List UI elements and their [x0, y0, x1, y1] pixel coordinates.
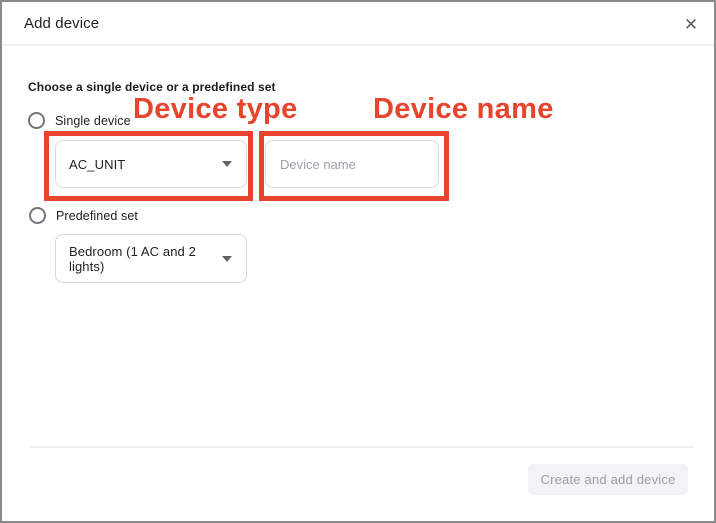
single-device-radio-label: Single device: [55, 114, 131, 128]
predefined-set-select-value: Bedroom (1 AC and 2 lights): [69, 244, 222, 274]
create-and-add-device-button[interactable]: Create and add device: [528, 464, 688, 495]
single-device-radio-row[interactable]: Single device: [28, 112, 131, 129]
add-device-dialog: Add device ✕ Choose a single device or a…: [0, 0, 716, 523]
single-device-radio[interactable]: [28, 112, 45, 129]
section-label: Choose a single device or a predefined s…: [28, 80, 276, 94]
dialog-title: Add device: [24, 2, 99, 46]
chevron-down-icon: [222, 161, 232, 167]
device-type-select-value: AC_UNIT: [69, 157, 125, 172]
predefined-set-radio-row[interactable]: Predefined set: [29, 207, 138, 224]
chevron-down-icon: [222, 256, 232, 262]
predefined-set-select[interactable]: Bedroom (1 AC and 2 lights): [55, 234, 247, 283]
device-name-input[interactable]: [265, 140, 439, 188]
device-type-select[interactable]: AC_UNIT: [55, 140, 247, 188]
predefined-set-radio-label: Predefined set: [56, 209, 138, 223]
annotation-device-name-label: Device name: [373, 93, 554, 126]
predefined-set-radio[interactable]: [29, 207, 46, 224]
footer-divider: [29, 446, 695, 448]
annotation-device-type-label: Device type: [133, 93, 298, 126]
dialog-header: Add device ✕: [2, 2, 714, 46]
close-icon[interactable]: ✕: [678, 12, 704, 38]
